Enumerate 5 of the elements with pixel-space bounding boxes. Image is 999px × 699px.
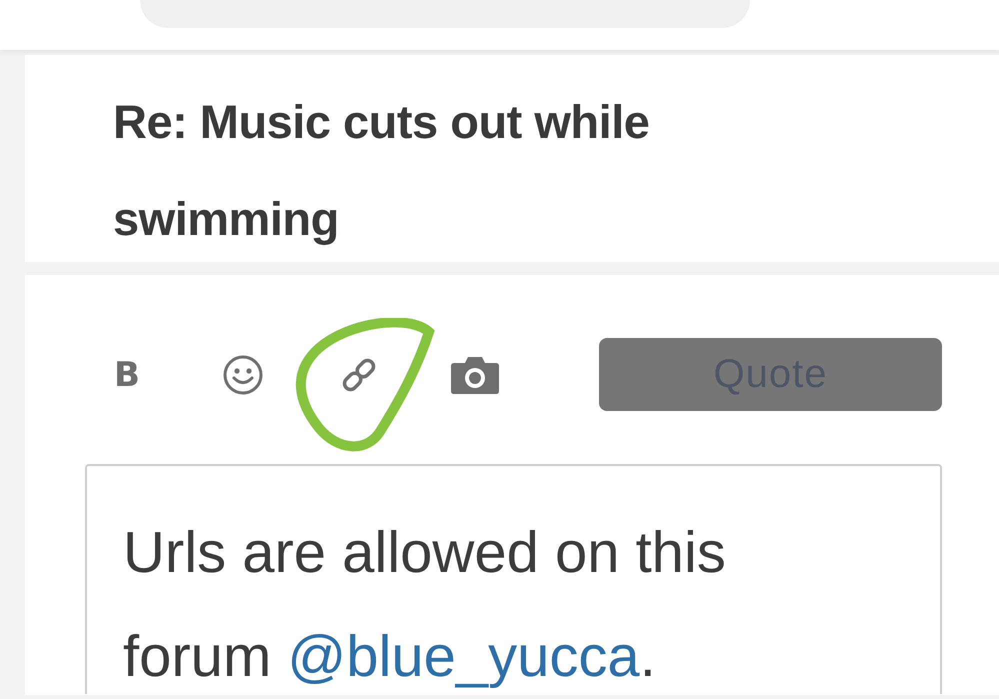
post-title: Re: Music cuts out while swimming <box>113 94 650 247</box>
mention-link[interactable]: @blue_yucca <box>287 624 640 689</box>
message-editor[interactable]: Urls are allowed on this forum @blue_yucca. <box>85 464 942 694</box>
message-text: Urls are allowed on this forum @blue_yucca. <box>123 519 727 691</box>
bold-button[interactable]: B <box>102 350 152 400</box>
